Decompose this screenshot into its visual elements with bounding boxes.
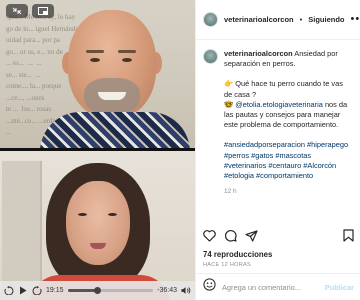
action-bar <box>196 229 360 247</box>
more-options-icon[interactable]: ••• <box>351 14 360 25</box>
video-controls: 19:15 -36:43 <box>0 281 195 300</box>
publish-button[interactable]: Publicar <box>325 283 354 292</box>
time-remaining: -36:43 <box>157 287 177 294</box>
header-separator: • <box>299 15 303 24</box>
progress-fill <box>67 289 98 292</box>
time-elapsed: 19:15 <box>46 287 64 294</box>
collapse-icon[interactable] <box>6 4 28 18</box>
caption: veterinarioalcorcon Ansiedad por separac… <box>196 40 360 197</box>
video-topbar <box>6 4 54 18</box>
caption-line-2: 👉 Qué hace tu perro cuando te vas de cas… <box>224 79 343 99</box>
comment-input[interactable] <box>222 282 319 292</box>
man-eye <box>90 58 100 62</box>
progress-knob[interactable] <box>93 287 101 294</box>
bookmark-icon[interactable] <box>343 229 354 247</box>
man-mouth <box>98 92 126 100</box>
caption-line-3-prefix: 🤓 <box>224 99 236 109</box>
door <box>2 161 42 300</box>
heart-icon[interactable] <box>203 229 216 247</box>
share-icon[interactable] <box>245 229 258 247</box>
following-button[interactable]: Siguiendo <box>308 15 344 24</box>
video-player[interactable]: Qua... Me lo... ay, lo hay go de lo... i… <box>0 0 195 300</box>
play-icon[interactable] <box>18 286 28 296</box>
rewind-icon[interactable] <box>4 286 14 296</box>
woman-eye <box>108 213 117 216</box>
progress-bar[interactable] <box>67 287 154 294</box>
post-header: veterinarioalcorcon • Siguiendo ••• <box>196 0 360 40</box>
man-eye <box>122 58 132 62</box>
man-brow <box>86 50 104 53</box>
caption-mention[interactable]: @etolia.etologiaveterinaria <box>235 100 323 109</box>
caption-hashtags[interactable]: #ansiedadporseparacion #hiperapego #perr… <box>224 140 352 181</box>
caption-username[interactable]: veterinarioalcorcon <box>224 49 293 58</box>
comment-icon[interactable] <box>224 229 237 247</box>
avatar[interactable] <box>203 12 218 27</box>
posted-time: HACE 12 HORAS <box>203 262 251 268</box>
woman-eye <box>78 213 87 216</box>
volume-icon[interactable] <box>181 286 191 296</box>
video-frame-bottom <box>0 151 195 300</box>
picture-in-picture-icon[interactable] <box>32 4 54 18</box>
caption-time: 12 h <box>224 188 237 196</box>
avatar[interactable] <box>203 49 218 64</box>
post-panel: veterinarioalcorcon • Siguiendo ••• vete… <box>195 0 360 300</box>
emoji-icon[interactable] <box>203 278 216 296</box>
views-count[interactable]: 74 reproducciones <box>203 250 272 259</box>
forward-icon[interactable] <box>32 286 42 296</box>
header-username[interactable]: veterinarioalcorcon <box>224 15 294 24</box>
video-frame-top: Qua... Me lo... ay, lo hay go de lo... i… <box>0 0 195 148</box>
man-brow <box>118 50 136 53</box>
man-shirt <box>40 112 190 148</box>
comment-bar: Publicar <box>196 273 360 300</box>
caption-text: veterinarioalcorcon Ansiedad por separac… <box>224 49 352 197</box>
woman-face <box>66 181 130 265</box>
